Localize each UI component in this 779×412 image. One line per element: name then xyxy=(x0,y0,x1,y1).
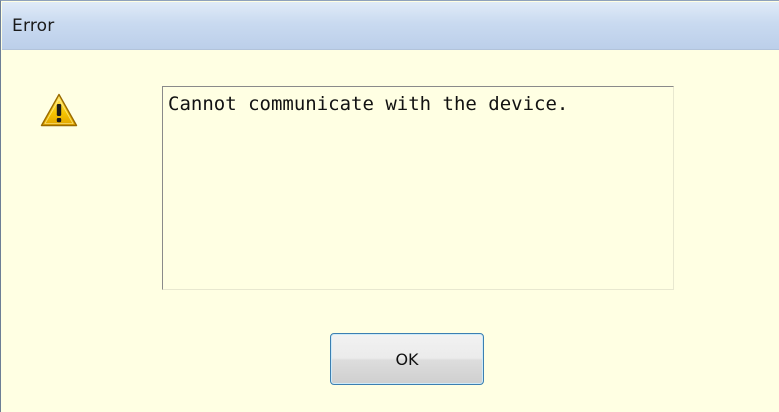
warning-icon xyxy=(40,93,78,127)
ok-button[interactable]: OK xyxy=(330,333,484,385)
ok-button-label: OK xyxy=(395,349,419,369)
message-box: Cannot communicate with the device. xyxy=(162,86,674,290)
dialog-body: Cannot communicate with the device. OK xyxy=(2,50,779,412)
dialog-title: Error xyxy=(12,16,55,36)
title-bar[interactable]: Error xyxy=(2,2,779,50)
warning-icon-graphic xyxy=(40,93,78,127)
error-message: Cannot communicate with the device. xyxy=(168,93,569,115)
error-dialog: Error Cannot communicate with the device… xyxy=(0,0,779,412)
